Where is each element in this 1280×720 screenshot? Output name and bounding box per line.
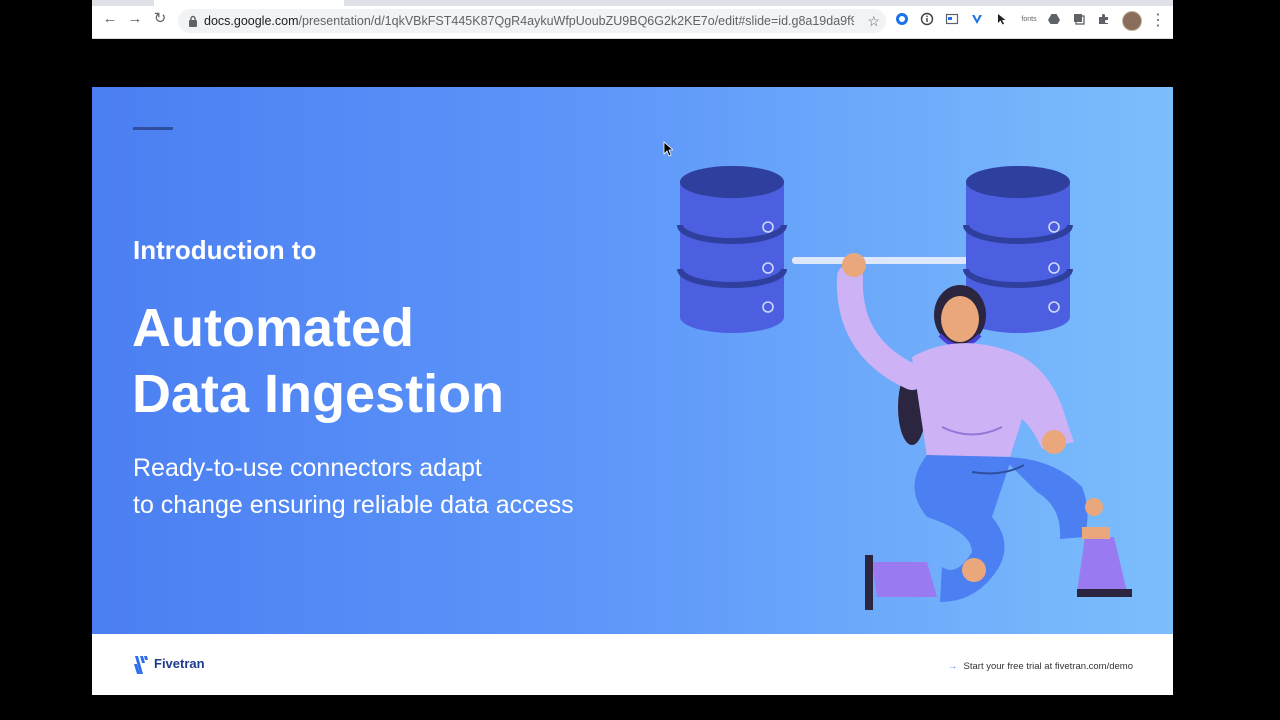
left-database-icon [677, 166, 787, 333]
bookmark-star-icon[interactable]: ☆ [867, 13, 880, 30]
slide-title: Automated Data Ingestion [132, 295, 504, 427]
presentation-slide: Introduction to Automated Data Ingestion… [92, 87, 1173, 634]
fonts-ext-label: fonts [1021, 15, 1037, 23]
address-bar[interactable]: docs.google.com/presentation/d/1qkVBkFST… [178, 9, 886, 33]
screen-frame: ← → ↻ docs.google.com/presentation/d/1qk… [92, 0, 1173, 720]
browser-menu-icon[interactable]: ⋮ [1150, 10, 1166, 30]
lock-icon [189, 15, 197, 27]
drive-ext-icon[interactable] [1047, 12, 1061, 26]
url-path: /presentation/d/1qkVBkFST445K87QgR4aykuW… [298, 14, 854, 28]
active-tab[interactable] [154, 0, 344, 6]
slide-title-line-1: Automated [132, 298, 414, 358]
reload-icon: ↻ [153, 10, 167, 27]
browser-toolbar: ← → ↻ docs.google.com/presentation/d/1qk… [92, 0, 1173, 39]
back-button[interactable]: ← [102, 11, 118, 27]
url-host: docs.google.com [204, 14, 299, 28]
fonts-ext-icon[interactable]: fonts [1020, 12, 1038, 26]
v-ext-icon[interactable] [970, 12, 984, 26]
footer-cta-text: Start your free trial at fivetran.com/de… [963, 661, 1133, 672]
circle-ext-icon[interactable] [895, 12, 909, 26]
footer-cta: → Start your free trial at fivetran.com/d… [948, 661, 1133, 672]
copy-ext-icon[interactable] [1072, 12, 1086, 26]
slide-subtitle-line-2: to change ensuring reliable data access [133, 491, 574, 519]
url-text: docs.google.com/presentation/d/1qkVBkFST… [204, 9, 854, 33]
slide-title-line-2: Data Ingestion [132, 364, 505, 424]
mouse-pointer-icon [663, 141, 673, 157]
weightlifter-database-illustration [677, 166, 1132, 610]
cursor-ext-icon[interactable] [995, 12, 1009, 26]
puzzle-ext-icon[interactable] [1097, 12, 1111, 26]
profile-avatar[interactable] [1122, 11, 1142, 31]
slide-subtitle: Ready-to-use connectors adapt to change … [133, 450, 574, 524]
reload-button[interactable]: ↻ [152, 11, 168, 27]
slide-footer: Fivetran → Start your free trial at fivet… [92, 634, 1173, 695]
info-ext-icon[interactable] [920, 12, 934, 26]
fivetran-logo-icon [134, 656, 148, 674]
back-icon: ← [102, 10, 118, 27]
forward-icon: → [127, 10, 143, 27]
window-ext-icon[interactable] [945, 12, 959, 26]
arrow-right-icon: → [948, 661, 958, 672]
slide-kicker: Introduction to [133, 235, 317, 265]
brand-name: Fivetran [154, 656, 205, 671]
forward-button[interactable]: → [127, 11, 143, 27]
slide-subtitle-line-1: Ready-to-use connectors adapt [133, 454, 482, 482]
accent-line [133, 127, 173, 130]
